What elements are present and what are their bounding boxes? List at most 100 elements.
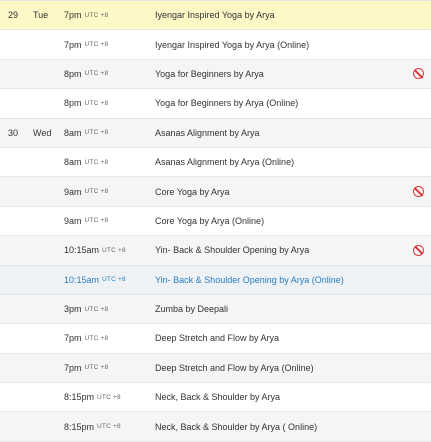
- time-value: 7pm: [64, 362, 82, 373]
- timezone-label: UTC +8: [84, 217, 109, 225]
- class-title-link[interactable]: Core Yoga by Arya (Online): [155, 207, 405, 235]
- class-time: 10:15am UTC +8: [64, 236, 154, 264]
- time-value: 7pm: [64, 39, 82, 50]
- class-title-link[interactable]: Neck, Back & Shoulder by Arya ( Online): [155, 412, 405, 440]
- timezone-label: UTC +8: [84, 305, 109, 313]
- time-value: 8pm: [64, 68, 82, 79]
- class-title-link[interactable]: Yoga for Beginners by Arya: [155, 60, 405, 88]
- class-title-link[interactable]: Iyengar Inspired Yoga by Arya (Online): [155, 30, 405, 58]
- schedule-row[interactable]: 30 Wed 8am UTC +8 Asanas Alignment by Ary…: [0, 118, 431, 148]
- timezone-label: UTC +8: [84, 11, 109, 19]
- timezone-label: UTC +8: [84, 188, 109, 196]
- day-name: [33, 60, 59, 88]
- day-name: Tue: [33, 10, 49, 21]
- timezone-label: UTC +8: [84, 364, 109, 372]
- schedule-row[interactable]: 8pm UTC +8 Yoga for Beginners by Arya (On…: [0, 89, 431, 119]
- day-number: 29: [8, 10, 19, 21]
- time-value: 3pm: [64, 304, 82, 315]
- day-name: [33, 30, 59, 58]
- timezone-label: UTC +8: [97, 423, 121, 431]
- class-time: 9am UTC +8: [64, 207, 154, 235]
- class-title-link[interactable]: Yin- Back & Shoulder Opening by Arya: [155, 236, 405, 264]
- schedule-row[interactable]: 9am UTC +8 Core Yoga by Arya (Online): [0, 207, 431, 237]
- class-schedule-list: 29 Tue 7pm UTC +8 Iyengar Inspired Yoga b…: [0, 0, 431, 442]
- no-entry-icon: [413, 68, 424, 80]
- class-time: 9am UTC +8: [64, 177, 154, 205]
- time-value: 9am: [64, 215, 82, 226]
- no-entry-icon: [413, 186, 424, 198]
- class-time: 10:15am UTC +8: [64, 266, 154, 294]
- class-time: 8am UTC +8: [64, 148, 154, 176]
- time-value: 8am: [64, 157, 82, 168]
- class-title-link[interactable]: Neck, Back & Shoulder by Arya: [155, 383, 405, 411]
- time-value: 8pm: [64, 98, 82, 109]
- schedule-row[interactable]: 10:15am UTC +8 Yin- Back & Shoulder Openi…: [0, 236, 431, 266]
- day-name: [33, 89, 59, 117]
- schedule-row[interactable]: 3pm UTC +8 Zumba by Deepali: [0, 294, 431, 325]
- class-title-link[interactable]: Deep Stretch and Flow by Arya (Online): [155, 354, 405, 382]
- day-name: [33, 354, 59, 382]
- class-time: 7pm UTC +8: [64, 30, 154, 58]
- class-time: 3pm UTC +8: [64, 295, 154, 323]
- day-number: [8, 324, 28, 352]
- class-time: 8am UTC +8: [64, 119, 154, 147]
- timezone-label: UTC +8: [84, 70, 109, 78]
- time-value: 10:15am: [64, 274, 100, 285]
- class-title-link[interactable]: Yoga for Beginners by Arya (Online): [155, 89, 405, 117]
- schedule-row[interactable]: 7pm UTC +8 Deep Stretch and Flow by Arya: [0, 324, 431, 354]
- day-number: [8, 383, 28, 411]
- class-time: 8:15pm UTC +8: [64, 383, 154, 411]
- day-number: [8, 236, 28, 264]
- schedule-row[interactable]: 9am UTC +8 Core Yoga by Arya: [0, 177, 431, 207]
- class-title-link[interactable]: Zumba by Deepali: [155, 295, 405, 323]
- time-value: 8am: [64, 127, 82, 138]
- class-title-link[interactable]: Yin- Back & Shoulder Opening by Arya (On…: [155, 266, 405, 294]
- timezone-label: UTC +8: [84, 129, 109, 137]
- class-time: 8pm UTC +8: [64, 89, 154, 117]
- time-value: 7pm: [64, 333, 82, 344]
- no-entry-icon: [413, 244, 424, 256]
- day-number: [8, 148, 28, 176]
- time-value: 7pm: [64, 10, 82, 21]
- day-number: [8, 207, 28, 235]
- schedule-row[interactable]: 8:15pm UTC +8 Neck, Back & Shoulder by Ar…: [0, 412, 431, 442]
- schedule-row[interactable]: 10:15am UTC +8 Yin- Back & Shoulder Openi…: [0, 265, 431, 295]
- day-number: [8, 30, 28, 58]
- timezone-label: UTC +8: [84, 334, 109, 342]
- day-number: [8, 412, 28, 440]
- class-title-link[interactable]: Iyengar Inspired Yoga by Arya: [155, 1, 405, 29]
- schedule-row[interactable]: 8pm UTC +8 Yoga for Beginners by Arya: [0, 59, 431, 90]
- class-time: 8:15pm UTC +8: [64, 412, 154, 440]
- day-number: 30: [8, 127, 19, 138]
- schedule-row[interactable]: 7pm UTC +8 Deep Stretch and Flow by Arya …: [0, 353, 431, 384]
- timezone-label: UTC +8: [102, 246, 126, 254]
- timezone-label: UTC +8: [97, 393, 121, 401]
- day-number: [8, 354, 28, 382]
- schedule-row[interactable]: 29 Tue 7pm UTC +8 Iyengar Inspired Yoga b…: [0, 1, 431, 31]
- class-title-link[interactable]: Core Yoga by Arya: [155, 177, 405, 205]
- class-title-link[interactable]: Deep Stretch and Flow by Arya: [155, 324, 405, 352]
- class-time: 7pm UTC +8: [64, 1, 154, 29]
- class-title-link[interactable]: Asanas Alignment by Arya (Online): [155, 148, 405, 176]
- day-number: [8, 295, 28, 323]
- day-name: [33, 266, 59, 294]
- day-name: Wed: [33, 127, 52, 138]
- class-time: 7pm UTC +8: [64, 354, 154, 382]
- day-name: [33, 148, 59, 176]
- schedule-row[interactable]: 8am UTC +8 Asanas Alignment by Arya (Onli…: [0, 148, 431, 178]
- timezone-label: UTC +8: [84, 99, 109, 107]
- schedule-row[interactable]: 7pm UTC +8 Iyengar Inspired Yoga by Arya …: [0, 30, 431, 60]
- day-name: [33, 412, 59, 440]
- day-number: [8, 266, 28, 294]
- day-name: [33, 177, 59, 205]
- timezone-label: UTC +8: [102, 276, 126, 284]
- schedule-row[interactable]: 8:15pm UTC +8 Neck, Back & Shoulder by Ar…: [0, 383, 431, 413]
- time-value: 8:15pm: [64, 392, 95, 403]
- day-name: [33, 207, 59, 235]
- class-title-link[interactable]: Asanas Alignment by Arya: [155, 119, 405, 147]
- time-value: 10:15am: [64, 245, 100, 256]
- day-number: [8, 89, 28, 117]
- day-number: [8, 60, 28, 88]
- day-number: [8, 177, 28, 205]
- timezone-label: UTC +8: [84, 41, 109, 49]
